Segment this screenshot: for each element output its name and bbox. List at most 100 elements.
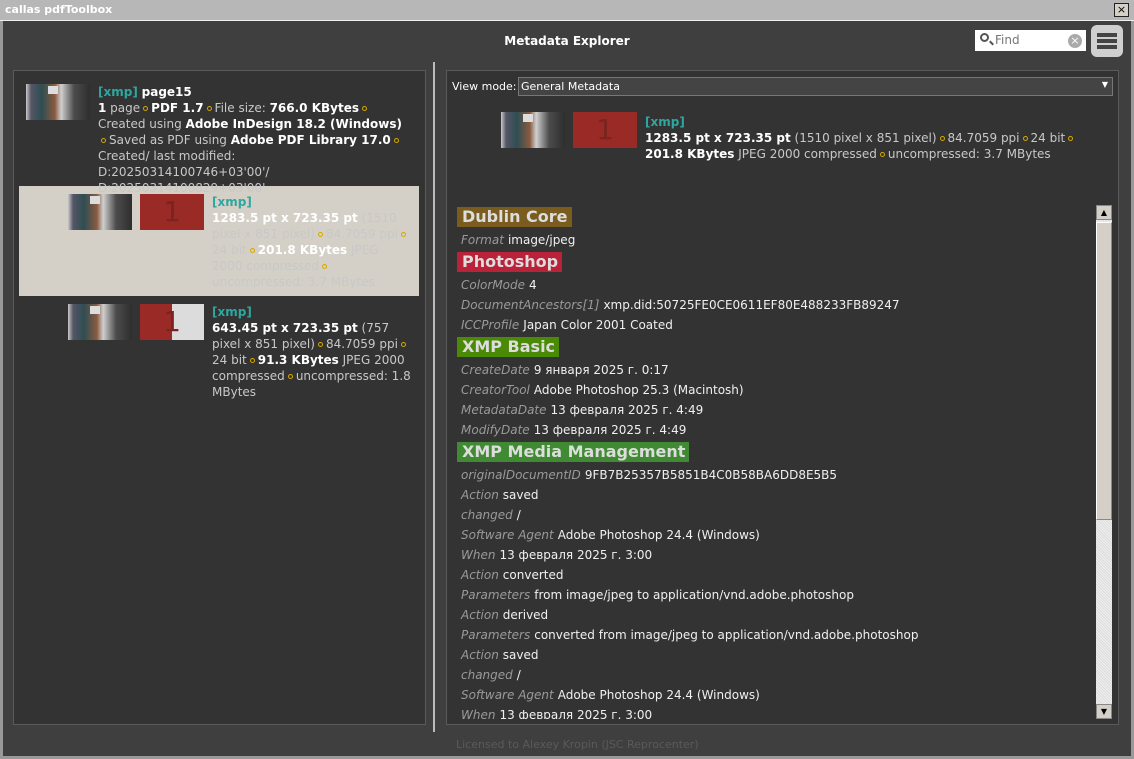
menu-icon-bar (1097, 39, 1117, 43)
metadata-row: Format image/jpeg (457, 230, 1092, 250)
label-text: (1510 pixel x 851 pixel) (790, 131, 937, 145)
xmp-tag[interactable]: [xmp] (645, 115, 685, 129)
separator-dot-icon (879, 151, 885, 157)
summary-text: [xmp] 1283.5 pt x 723.35 pt (1510 pixel x… (645, 114, 1100, 162)
dropdown-arrow-icon: ▼ (1101, 80, 1108, 89)
page-title: Metadata Explorer (504, 34, 630, 48)
metadata-value: / (516, 668, 521, 682)
close-button[interactable]: × (1114, 3, 1129, 17)
metadata-value: 13 февраля 2025 г. 4:49 (550, 403, 704, 417)
separator-dot-icon (393, 137, 399, 143)
metadata-value: Adobe Photoshop 25.3 (Macintosh) (533, 383, 744, 397)
metadata-key: Software Agent (461, 688, 554, 702)
tree-item-image[interactable]: 1 [xmp] 1283.5 pt x 723.35 pt (1510 pixel… (68, 194, 412, 290)
xmp-tag[interactable]: [xmp] (212, 195, 252, 209)
separator-dot-icon (143, 105, 149, 111)
section-header[interactable]: XMP Basic (457, 337, 560, 357)
metadata-value: / (516, 508, 521, 522)
label-text: 24 bit (212, 243, 247, 257)
splitter[interactable] (433, 62, 435, 732)
window-title: callas pdfToolbox (5, 3, 113, 16)
metadata-row: ColorMode 4 (457, 275, 1092, 295)
separator-dot-icon (206, 105, 212, 111)
section-header[interactable]: Dublin Core (457, 207, 572, 227)
value-text: 643.45 pt x 723.35 pt (212, 321, 358, 335)
image-thumbnail (68, 304, 132, 340)
label-text: 84.7059 ppi (947, 131, 1020, 145)
value-text: PDF 1.7 (151, 101, 204, 115)
separator-dot-icon (1068, 135, 1074, 141)
metadata-value: converted (502, 568, 564, 582)
value-text: 1283.5 pt x 723.35 pt (645, 131, 791, 145)
metadata-row: Action saved (457, 645, 1092, 665)
menu-icon-bar (1097, 45, 1117, 49)
separator-dot-icon (317, 231, 323, 237)
metadata-key: ICCProfile (461, 318, 520, 332)
label-text: uncompressed: 3.7 MBytes (887, 147, 1051, 161)
xmp-tag[interactable]: [xmp] (98, 85, 138, 99)
metadata-value: saved (502, 488, 539, 502)
selected-object-summary: 1 [xmp] 1283.5 pt x 723.35 pt (1510 pixel… (501, 112, 1100, 162)
tree-item-page[interactable]: [xmp] page15 1 page PDF 1.7 File size: 766.… (26, 84, 410, 196)
label-text: Created using (98, 117, 186, 131)
item-text: [xmp] 1283.5 pt x 723.35 pt (1510 pixel x… (212, 194, 412, 290)
metadata-value: derived (502, 608, 549, 622)
separator-dot-icon (101, 137, 106, 143)
metadata-row: changed / (457, 505, 1092, 525)
metadata-row: ModifyDate 13 февраля 2025 г. 4:49 (457, 420, 1092, 440)
metadata-value: 13 февраля 2025 г. 3:00 (499, 708, 653, 719)
separator-dot-icon (317, 341, 323, 347)
metadata-key: Action (461, 568, 499, 582)
separator-dot-icon (322, 263, 328, 269)
metadata-key: Software Agent (461, 528, 554, 542)
find-input[interactable] (995, 32, 1065, 48)
section-header[interactable]: XMP Media Management (457, 442, 690, 462)
metadata-key: ColorMode (461, 278, 526, 292)
label-text: Created/ last modified: D:20250314100746… (98, 149, 270, 195)
metadata-key: Action (461, 608, 499, 622)
metadata-key: changed (461, 508, 513, 522)
section-header[interactable]: Photoshop (457, 252, 563, 272)
metadata-row: When 13 февраля 2025 г. 3:00 (457, 545, 1092, 565)
mask-thumbnail: 1 (140, 304, 204, 340)
scroll-up-button[interactable]: ▲ (1096, 205, 1112, 220)
value-text: Adobe InDesign 18.2 (Windows) (185, 117, 402, 131)
tree-item-image[interactable]: 1 [xmp] 643.45 pt x 723.35 pt (757 pixel … (68, 304, 414, 400)
title-bar: callas pdfToolbox × (0, 0, 1134, 21)
view-mode-select[interactable]: General Metadata ▼ (518, 77, 1113, 96)
menu-icon (1097, 33, 1117, 37)
search-icon (980, 33, 989, 42)
scroll-down-button[interactable]: ▼ (1096, 704, 1112, 719)
vertical-scrollbar[interactable]: ▲ ▼ (1096, 205, 1112, 719)
metadata-list[interactable]: Dublin Core Format image/jpeg Photoshop Colo… (457, 205, 1092, 719)
metadata-row: CreateDate 9 января 2025 г. 0:17 (457, 360, 1092, 380)
metadata-row: Software Agent Adobe Photoshop 24.4 (Wind… (457, 685, 1092, 705)
metadata-value: saved (502, 648, 539, 662)
clear-icon[interactable]: × (1068, 34, 1082, 48)
page-thumbnail (26, 84, 90, 120)
scrollbar-thumb[interactable] (1096, 222, 1112, 520)
separator-dot-icon (1022, 135, 1028, 141)
label-text: JPEG 2000 compressed (734, 147, 877, 161)
metadata-row: Action derived (457, 605, 1092, 625)
separator-dot-icon (249, 357, 255, 363)
metadata-key: CreatorTool (461, 383, 530, 397)
find-box[interactable]: × (975, 30, 1086, 51)
metadata-row: changed / (457, 665, 1092, 685)
label-text: 84.7059 ppi (325, 337, 398, 351)
label-text: page (106, 101, 141, 115)
metadata-key: changed (461, 668, 513, 682)
metadata-value: Adobe Photoshop 24.4 (Windows) (557, 528, 760, 542)
metadata-key: Parameters (461, 628, 531, 642)
metadata-key: MetadataDate (461, 403, 547, 417)
metadata-row: MetadataDate 13 февраля 2025 г. 4:49 (457, 400, 1092, 420)
metadata-value: converted from image/jpeg to application… (534, 628, 919, 642)
metadata-key: When (461, 708, 496, 719)
separator-dot-icon (287, 373, 293, 379)
label-text: 24 bit (1030, 131, 1066, 145)
metadata-key: When (461, 548, 496, 562)
metadata-value: Adobe Photoshop 24.4 (Windows) (557, 688, 760, 702)
xmp-tag[interactable]: [xmp] (212, 305, 252, 319)
hamburger-menu-button[interactable] (1091, 25, 1123, 57)
metadata-row: Action converted (457, 565, 1092, 585)
